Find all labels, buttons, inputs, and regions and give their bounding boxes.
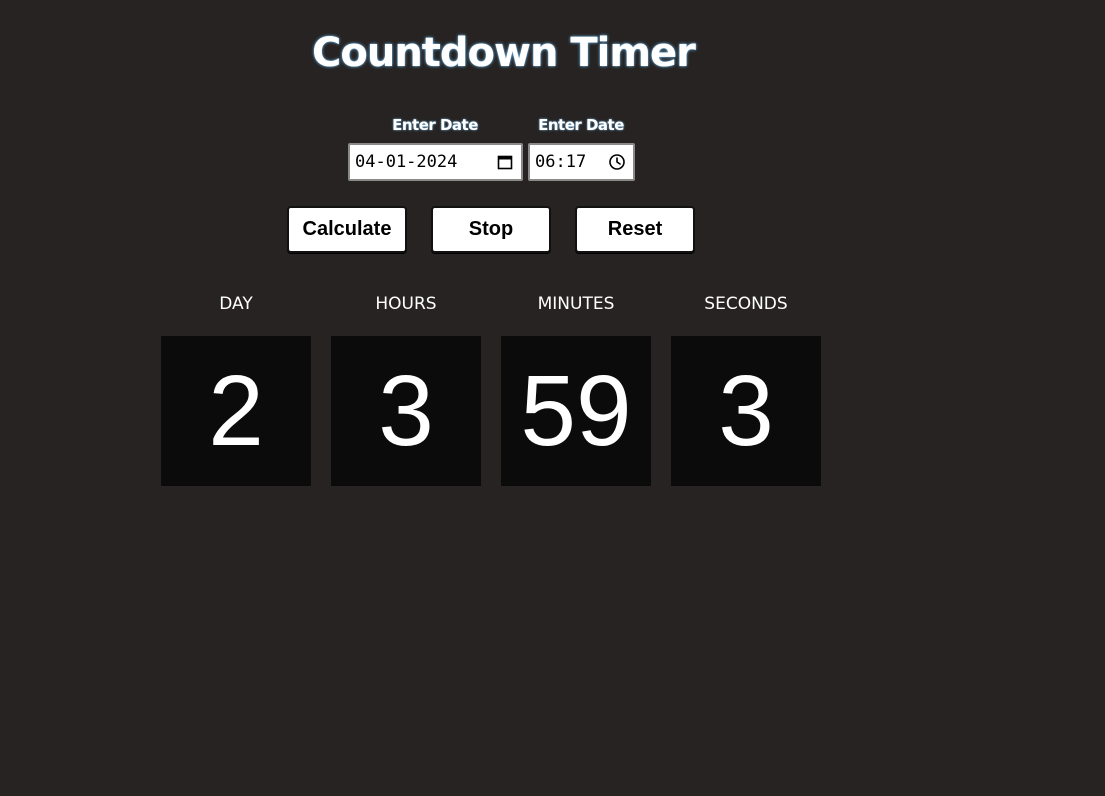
seconds-label: SECONDS	[704, 294, 788, 314]
date-input-value: 04-01-2024	[355, 152, 458, 172]
day-label: DAY	[219, 294, 253, 314]
reset-button[interactable]: Reset	[575, 206, 695, 253]
day-value: 2	[161, 336, 311, 486]
date-input[interactable]: 04-01-2024	[348, 143, 523, 181]
stop-button[interactable]: Stop	[431, 206, 551, 253]
minutes-value: 59	[501, 336, 651, 486]
time-input[interactable]: 06:17	[528, 143, 635, 181]
minutes-label: MINUTES	[537, 294, 615, 314]
hours-label: HOURS	[375, 294, 437, 314]
time-input-value: 06:17	[535, 152, 587, 172]
calculate-button[interactable]: Calculate	[287, 206, 407, 253]
seconds-value: 3	[671, 336, 821, 486]
page-title: Countdown Timer	[312, 30, 696, 76]
clock-icon[interactable]	[607, 152, 627, 172]
time-field-label: Enter Date	[538, 116, 624, 134]
calendar-icon[interactable]	[495, 152, 515, 172]
hours-value: 3	[331, 336, 481, 486]
date-field-label: Enter Date	[392, 116, 478, 134]
